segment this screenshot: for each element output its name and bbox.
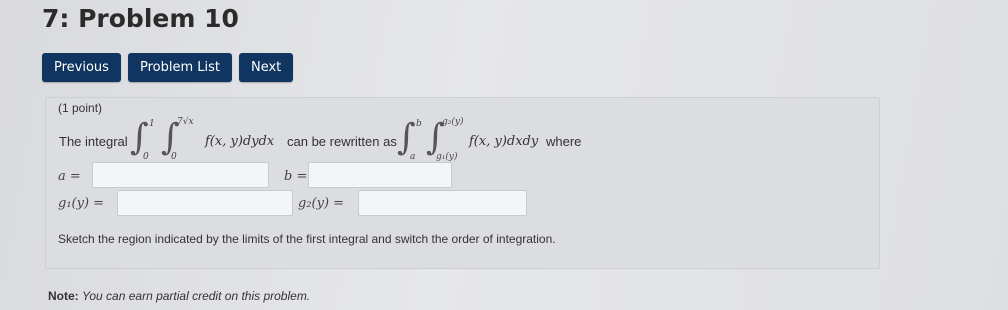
inner-upper-limit-2: g₂(y) bbox=[442, 117, 464, 127]
inner-upper-limit: 7√x bbox=[177, 117, 194, 127]
label-g2: g₂(y) = bbox=[298, 196, 345, 211]
label-b: b = bbox=[284, 169, 308, 184]
rewrite-text: can be rewritten as bbox=[287, 134, 397, 149]
problem-nav: Previous Problem List Next bbox=[42, 53, 294, 82]
inner-lower-limit-2: g₁(y) bbox=[436, 152, 458, 162]
inner-lower-limit: 0 bbox=[171, 152, 177, 162]
next-button[interactable]: Next bbox=[238, 53, 294, 82]
outer-upper-limit: 1 bbox=[149, 119, 155, 129]
outer-lower-limit: 0 bbox=[143, 152, 149, 162]
note: Note: You can earn partial credit on thi… bbox=[48, 289, 310, 303]
intro-text: The integral bbox=[59, 134, 128, 149]
a-input[interactable] bbox=[92, 162, 269, 188]
label-a: a = bbox=[58, 169, 81, 184]
integrand-1: f(x, y)dydx bbox=[205, 134, 275, 149]
point-value: (1 point) bbox=[58, 101, 103, 115]
instruction-text: Sketch the region indicated by the limit… bbox=[58, 232, 556, 246]
g2-input[interactable] bbox=[358, 190, 527, 216]
b-input[interactable] bbox=[308, 162, 452, 188]
problem-panel: (1 point) The integral ∫ 1 0 ∫ 7√x 0 f(x… bbox=[45, 97, 880, 269]
g1-input[interactable] bbox=[117, 190, 293, 216]
outer-lower-limit-2: a bbox=[410, 152, 416, 162]
previous-button[interactable]: Previous bbox=[42, 53, 121, 82]
note-label: Note: bbox=[48, 289, 79, 303]
note-text: You can earn partial credit on this prob… bbox=[82, 289, 311, 303]
label-g1: g₁(y) = bbox=[58, 196, 105, 211]
integrand-2: f(x, y)dxdy bbox=[469, 134, 539, 149]
page-title: 7: Problem 10 bbox=[42, 4, 239, 33]
outer-upper-limit-2: b bbox=[416, 119, 422, 129]
where-text: where bbox=[546, 134, 582, 149]
problem-list-button[interactable]: Problem List bbox=[127, 53, 232, 82]
